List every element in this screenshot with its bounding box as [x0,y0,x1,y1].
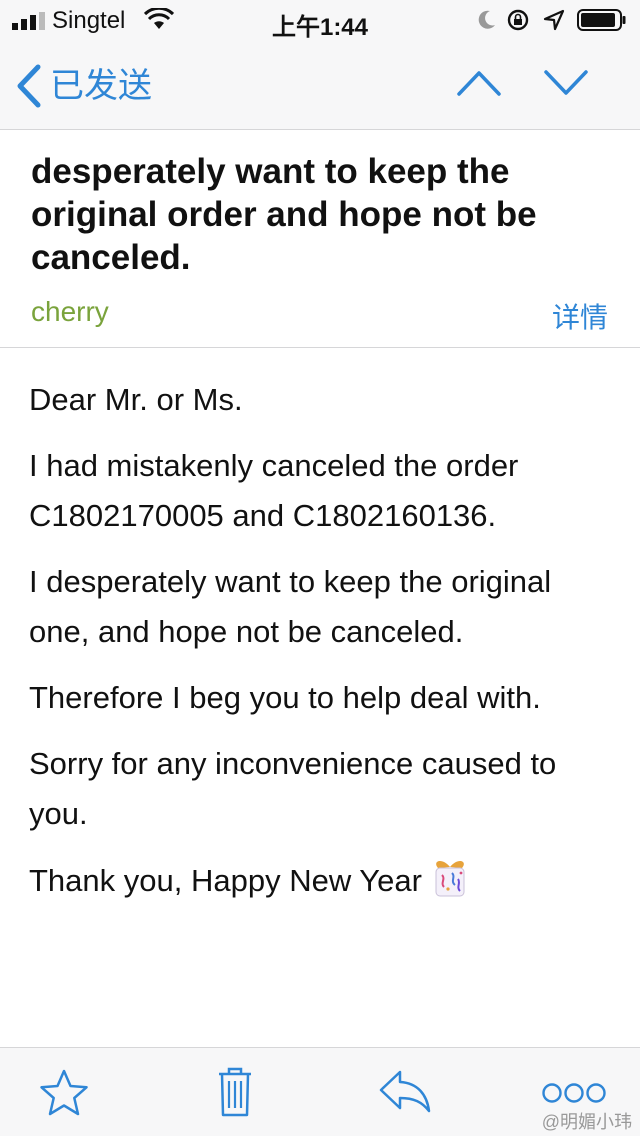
sender-name[interactable]: cherry [31,296,109,328]
trash-icon[interactable] [216,1066,254,1118]
chevron-up-icon[interactable] [456,68,502,98]
body-paragraph: I had mistakenly canceled the order C180… [29,448,519,533]
gift-emoji-icon [435,860,465,897]
rotation-lock-icon [507,9,529,31]
chevron-down-icon[interactable] [543,68,589,98]
moon-icon [478,10,495,29]
battery-icon [577,9,626,31]
nav-bar: 已发送 [0,40,640,130]
details-link[interactable]: 详情 [552,296,608,336]
email-body: Dear Mr. or Ms. I had mistakenly cancele… [29,375,619,922]
star-icon[interactable] [38,1068,90,1118]
top-bar: Singtel 上午1:44 已发送 [0,0,640,130]
location-icon [543,9,565,31]
watermark: @明媚小玮 [541,1112,632,1132]
reply-icon[interactable] [378,1068,432,1114]
chevron-left-icon [17,64,41,108]
greeting: Dear Mr. or Ms. [29,382,243,417]
back-label: 已发送 [50,67,152,105]
body-paragraph: Therefore I beg you to help deal with. [29,680,541,715]
email-subject: desperately want to keep the original or… [31,152,537,277]
body-paragraph: I desperately want to keep the original … [29,564,552,649]
back-button[interactable]: 已发送 [14,64,152,108]
closing-text: Thank you, Happy New Year [29,863,422,898]
status-bar: Singtel 上午1:44 [0,0,640,41]
body-paragraph: Sorry for any inconvenience caused to yo… [29,746,557,831]
closing-line: Thank you, Happy New Year [29,855,619,906]
more-icon[interactable] [541,1082,607,1104]
header-divider [0,347,640,348]
